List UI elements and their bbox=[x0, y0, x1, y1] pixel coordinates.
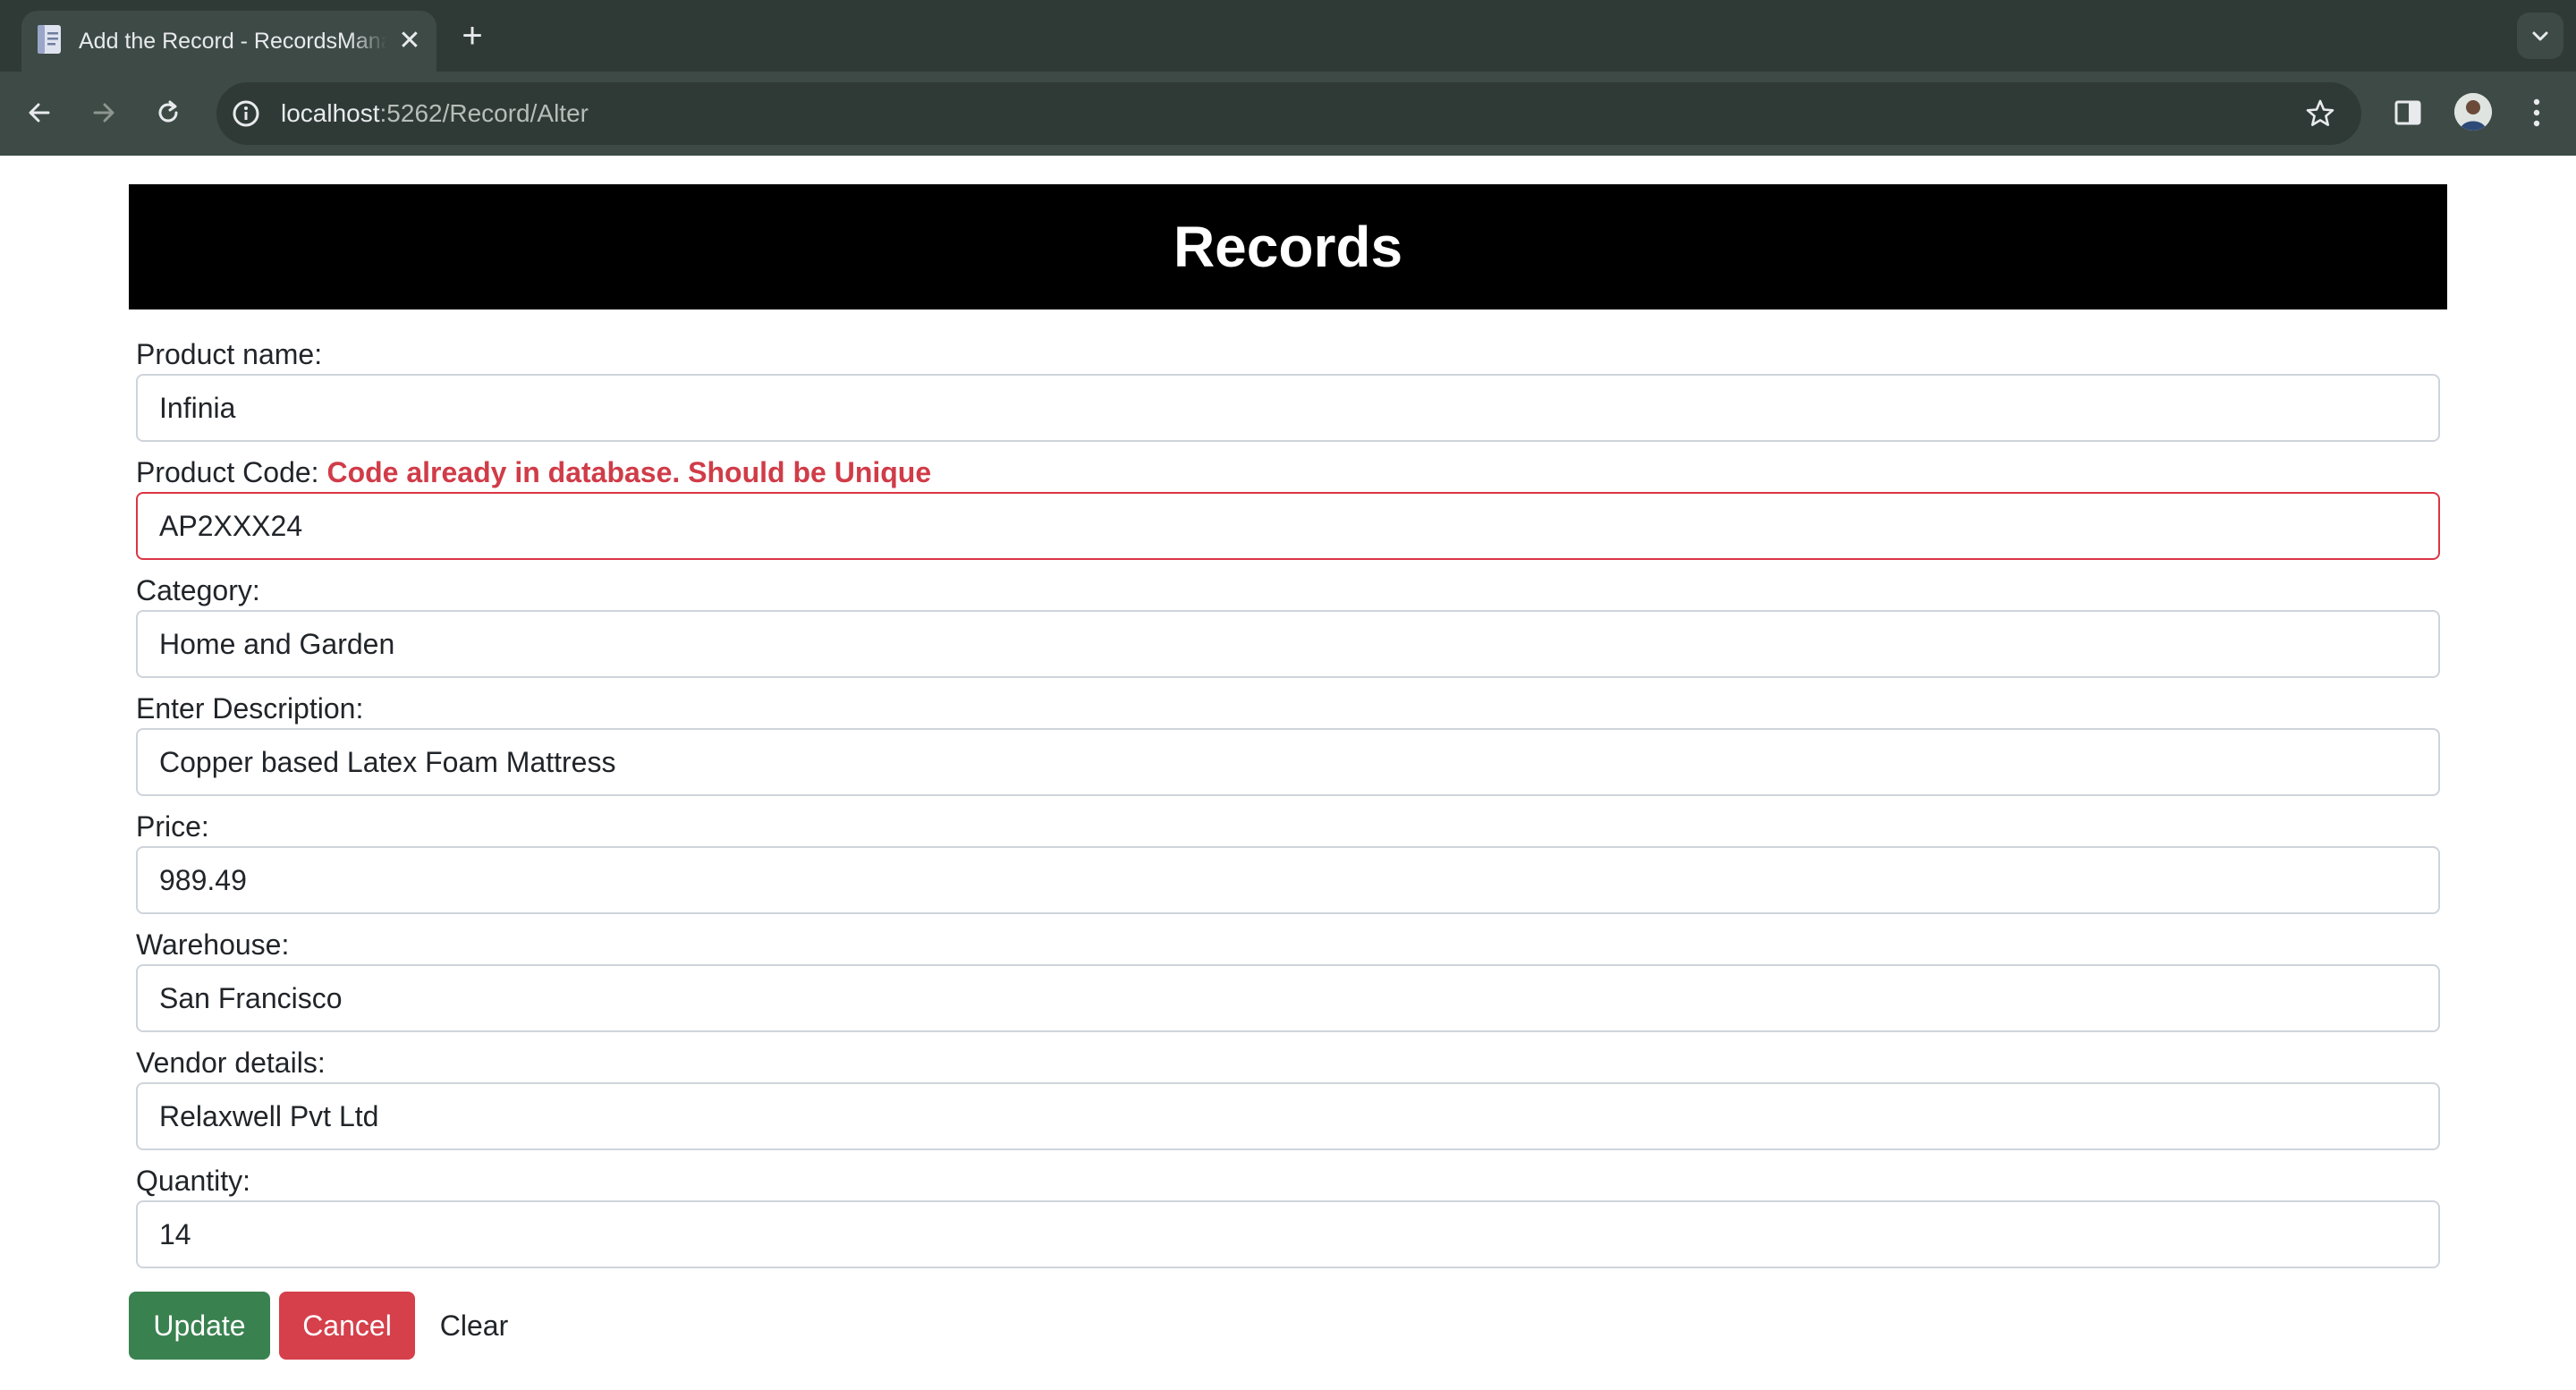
category-input[interactable] bbox=[136, 610, 2440, 678]
new-tab-button[interactable]: + bbox=[454, 18, 490, 54]
clear-button[interactable]: Clear bbox=[429, 1292, 519, 1360]
page-title: Records bbox=[129, 184, 2447, 309]
arrow-left-icon bbox=[29, 103, 50, 123]
price-label-text: Price: bbox=[136, 810, 209, 843]
price-input[interactable] bbox=[136, 846, 2440, 914]
product-name-label: Product name: bbox=[136, 335, 2440, 374]
url-text: localhost:5262/Record/Alter bbox=[281, 82, 589, 145]
warehouse-input[interactable] bbox=[136, 964, 2440, 1032]
close-tab-icon[interactable]: ✕ bbox=[394, 25, 426, 57]
quantity-label: Quantity: bbox=[136, 1161, 2440, 1200]
chevron-down-icon bbox=[2532, 31, 2548, 41]
address-bar[interactable]: localhost:5262/Record/Alter bbox=[216, 82, 2361, 145]
product-name-input[interactable] bbox=[136, 374, 2440, 442]
product-code-label: Product Code: Code already in database. … bbox=[136, 453, 2440, 492]
quantity-input[interactable] bbox=[136, 1200, 2440, 1268]
more-options-icon[interactable] bbox=[2519, 93, 2555, 132]
url-host: localhost bbox=[281, 99, 380, 127]
page-content: Records Product name: Product Code: Code… bbox=[0, 156, 2576, 1390]
browser-tab-active[interactable]: Add the Record - RecordsManager ✕ bbox=[21, 11, 436, 72]
vendor-input[interactable] bbox=[136, 1082, 2440, 1150]
description-label: Enter Description: bbox=[136, 689, 2440, 728]
site-info-icon[interactable] bbox=[231, 98, 261, 129]
warehouse-label-text: Warehouse: bbox=[136, 928, 290, 961]
browser-tab-strip: Add the Record - RecordsManager ✕ + bbox=[0, 0, 2576, 72]
description-label-text: Enter Description: bbox=[136, 692, 364, 725]
tab-search-button[interactable] bbox=[2517, 13, 2563, 59]
update-button[interactable]: Update bbox=[129, 1292, 270, 1360]
product-name-label-text: Product name: bbox=[136, 338, 323, 370]
forward-button[interactable] bbox=[82, 91, 125, 134]
warehouse-label: Warehouse: bbox=[136, 925, 2440, 964]
reload-icon bbox=[158, 100, 178, 123]
document-favicon-icon bbox=[36, 23, 64, 55]
category-label-text: Category: bbox=[136, 574, 260, 606]
browser-toolbar: localhost:5262/Record/Alter bbox=[0, 72, 2576, 156]
url-path: :5262/Record/Alter bbox=[379, 99, 589, 127]
quantity-label-text: Quantity: bbox=[136, 1165, 251, 1197]
price-label: Price: bbox=[136, 807, 2440, 846]
side-panel-icon[interactable] bbox=[2390, 95, 2426, 131]
vendor-label-text: Vendor details: bbox=[136, 1047, 326, 1079]
category-label: Category: bbox=[136, 571, 2440, 610]
back-button[interactable] bbox=[18, 91, 61, 134]
bookmark-star-icon[interactable] bbox=[2304, 97, 2336, 130]
avatar-image-icon bbox=[2454, 93, 2492, 131]
cancel-button[interactable]: Cancel bbox=[279, 1292, 415, 1360]
profile-avatar[interactable] bbox=[2454, 93, 2492, 131]
product-code-label-text: Product Code: bbox=[136, 456, 319, 488]
tab-title: Add the Record - RecordsManager bbox=[79, 29, 386, 54]
record-form: Product name: Product Code: Code already… bbox=[136, 335, 2440, 1279]
vendor-label: Vendor details: bbox=[136, 1043, 2440, 1082]
product-code-input[interactable] bbox=[136, 492, 2440, 560]
reload-button[interactable] bbox=[147, 91, 190, 134]
arrow-right-icon bbox=[93, 103, 114, 123]
product-code-error: Code already in database. Should be Uniq… bbox=[326, 456, 932, 488]
description-input[interactable] bbox=[136, 728, 2440, 796]
